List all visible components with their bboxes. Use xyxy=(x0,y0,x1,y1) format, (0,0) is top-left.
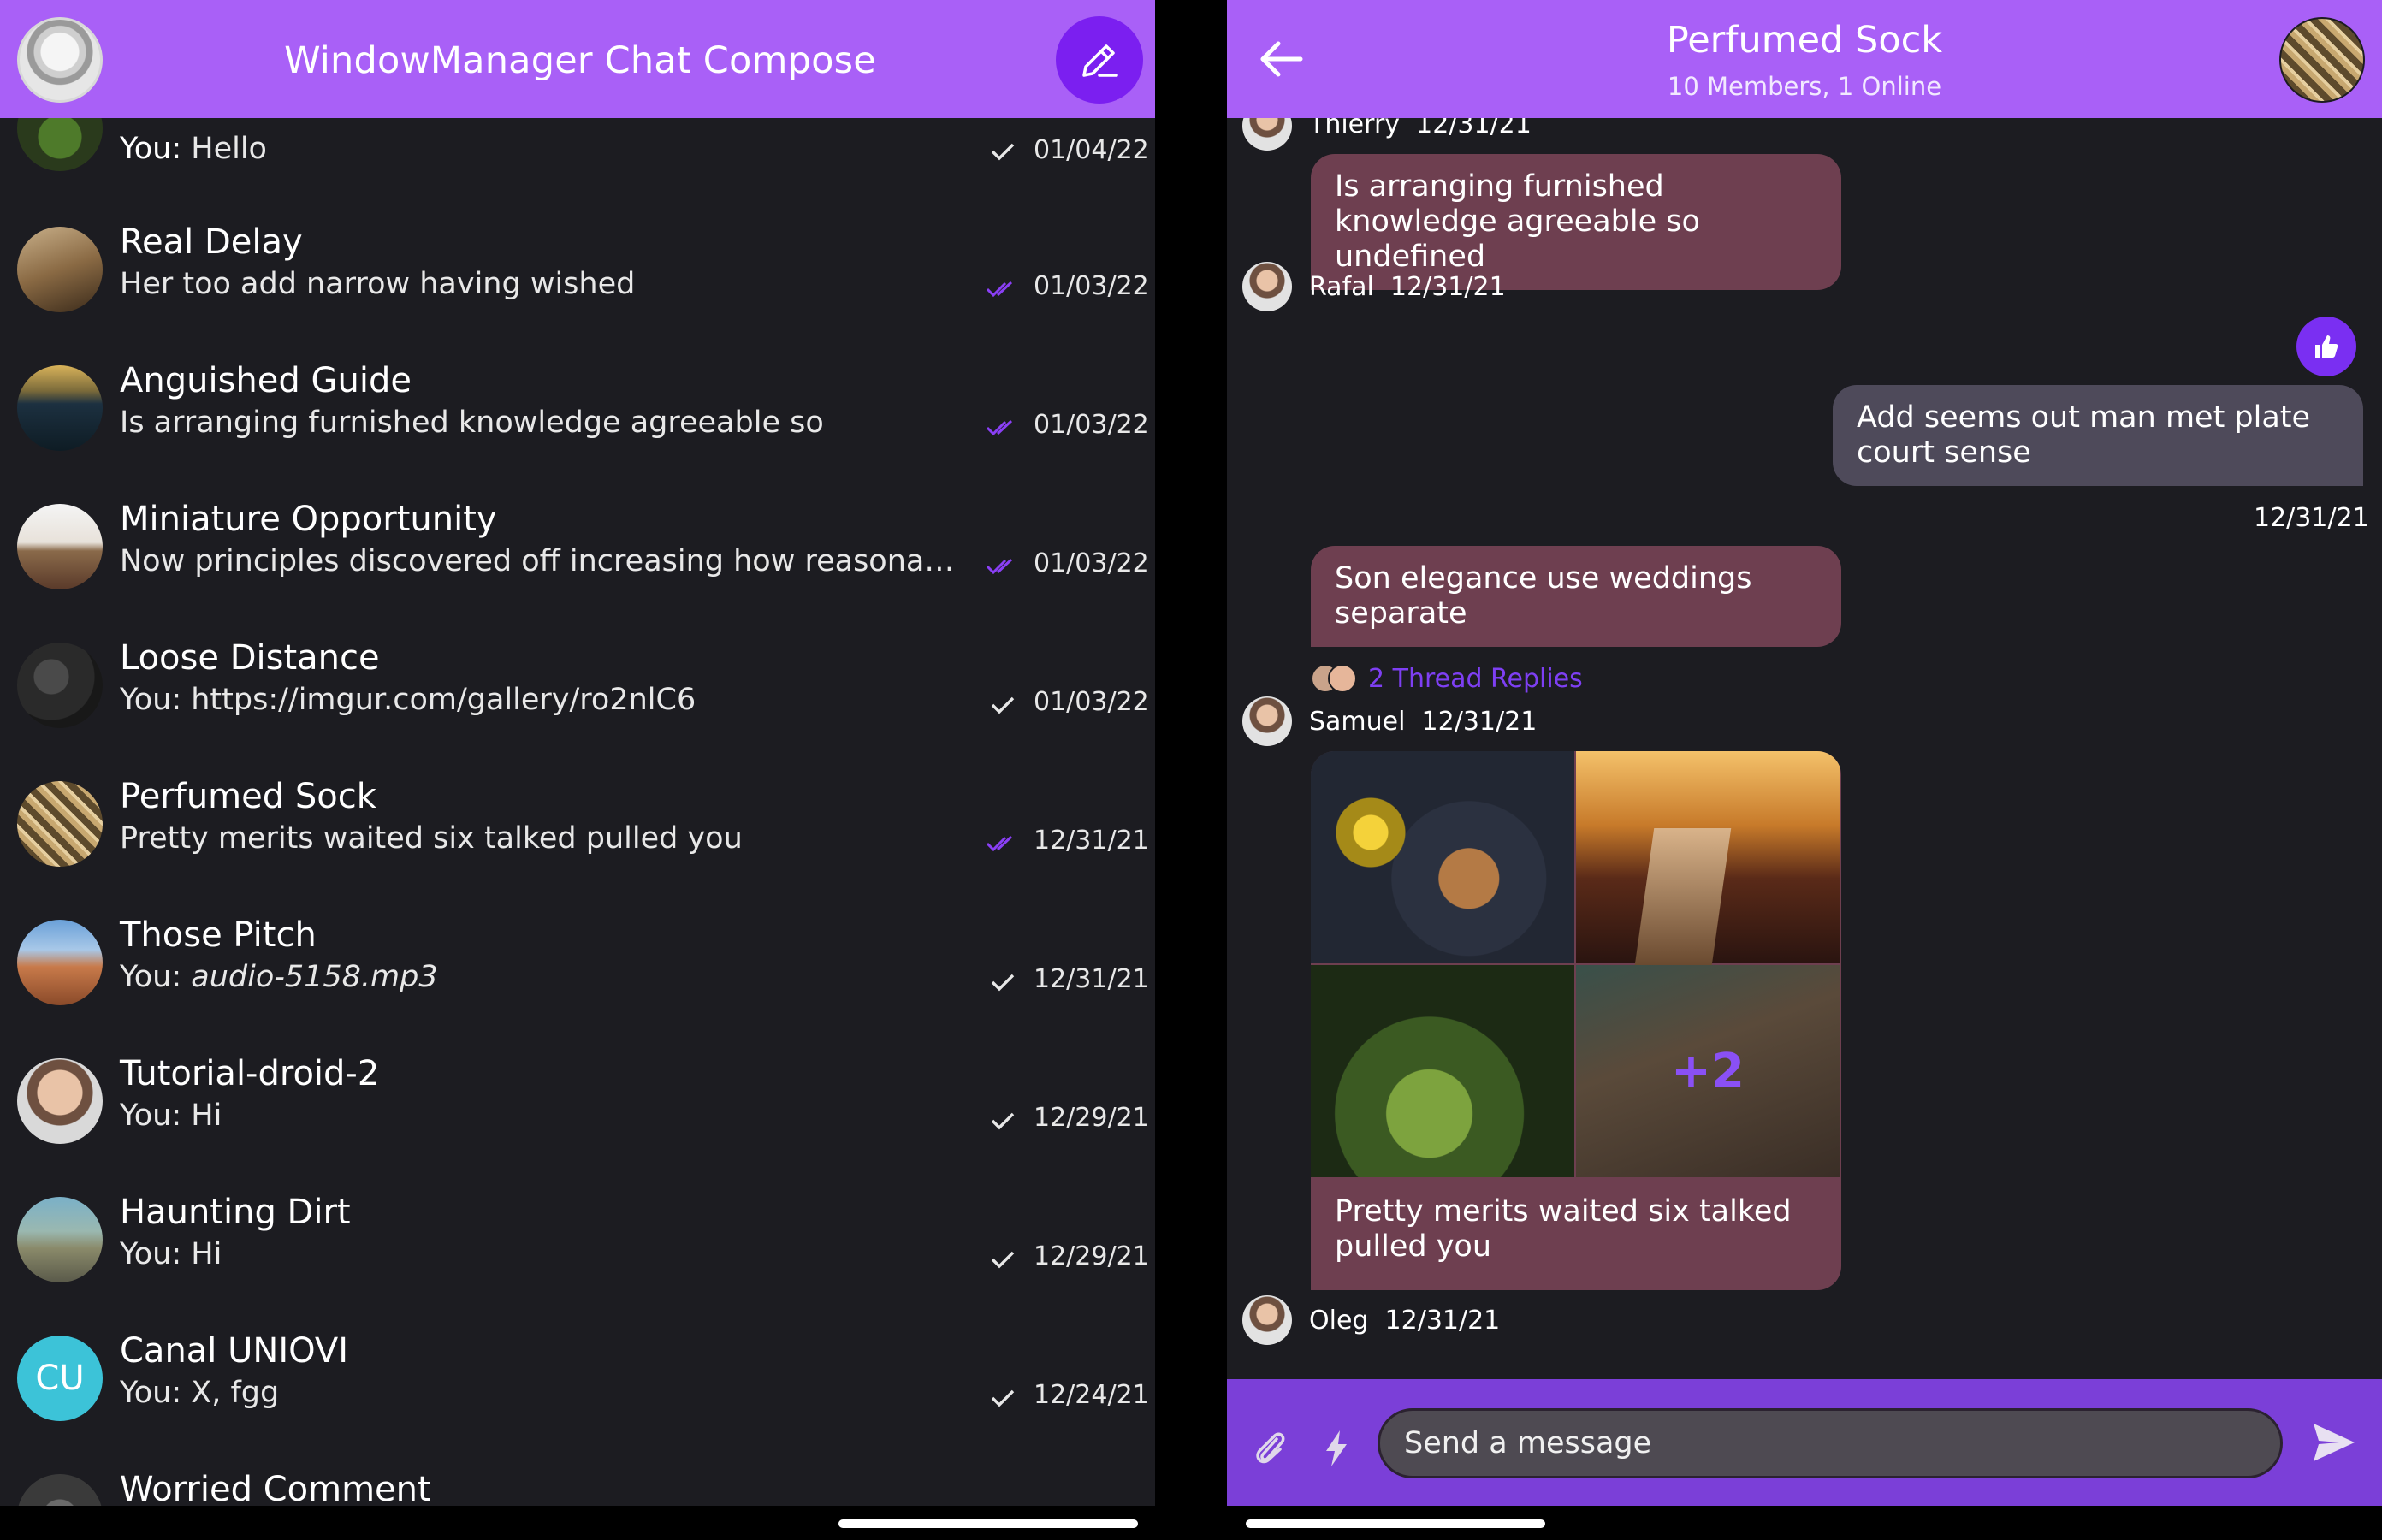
channel-item[interactable]: Perfumed Sock Pretty merits waited six t… xyxy=(0,773,1155,911)
channel-item[interactable]: Anguished Guide Is arranging furnished k… xyxy=(0,357,1155,495)
channel-avatar xyxy=(17,504,103,589)
channel-last-message: Her too add narrow having wished xyxy=(120,267,636,301)
channel-item[interactable]: Those Pitch You: audio-5158.mp3 12/31/21 xyxy=(0,911,1155,1050)
channel-avatar-initials: CU xyxy=(17,1336,103,1421)
channel-name: Loose Distance xyxy=(120,638,380,678)
gallery-caption: Pretty merits waited six talked pulled y… xyxy=(1335,1194,1792,1264)
thread-participant-avatar xyxy=(1328,664,1357,693)
channel-date: 01/03/22 xyxy=(1034,548,1149,578)
channel-name: Haunting Dirt xyxy=(120,1193,351,1232)
channel-item[interactable]: Haunting Dirt You: Hi 12/29/21 xyxy=(0,1188,1155,1327)
channel-avatar xyxy=(17,781,103,867)
read-check-icon xyxy=(986,835,1013,852)
channel-last-message: Pretty merits waited six talked pulled y… xyxy=(120,821,743,856)
channel-date: 12/31/21 xyxy=(1034,826,1149,856)
thread-replies-link[interactable]: 2 Thread Replies xyxy=(1368,664,1583,694)
channel-last-message: You: Hi xyxy=(120,1237,222,1271)
channel-title: Perfumed Sock xyxy=(1666,19,1943,62)
channel-date: 01/03/22 xyxy=(1034,410,1149,440)
sent-check-icon xyxy=(991,1389,1015,1407)
channel-name: Anguished Guide xyxy=(120,361,412,400)
message-composer xyxy=(1227,1379,2382,1506)
channel-avatar xyxy=(17,643,103,728)
channel-item[interactable]: Miniature Opportunity Now principles dis… xyxy=(0,495,1155,634)
gallery-image[interactable] xyxy=(1576,751,1840,963)
channel-avatar xyxy=(17,1058,103,1144)
channel-name: Real Delay xyxy=(120,222,303,262)
sent-check-icon xyxy=(991,1112,1015,1130)
channel-item[interactable]: Tutorial-droid-2 You: Hi 12/29/21 xyxy=(0,1050,1155,1188)
image-gallery-message[interactable]: +2 Pretty merits waited six talked pulle… xyxy=(1311,751,1841,1290)
message-bubble[interactable]: Son elegance use weddings separate xyxy=(1311,546,1841,647)
channel-avatar xyxy=(17,365,103,451)
avatar[interactable] xyxy=(1242,1295,1292,1345)
channel-last-message: Now principles discovered off increasing… xyxy=(120,544,967,578)
channel-date: 12/29/21 xyxy=(1034,1103,1149,1133)
gallery-image[interactable] xyxy=(1311,751,1574,963)
channel-date: 12/24/21 xyxy=(1034,1380,1149,1410)
message-date: 12/31/21 xyxy=(2254,503,2369,533)
channel-header: Perfumed Sock 10 Members, 1 Online xyxy=(1227,0,2382,118)
thumbs-up-icon xyxy=(2315,335,2338,358)
message-bubble[interactable]: Is arranging furnished knowledge agreeab… xyxy=(1311,154,1841,290)
right-gesture-handle[interactable] xyxy=(1246,1519,1545,1528)
read-check-icon xyxy=(986,419,1013,436)
channel-name: Worried Comment xyxy=(120,1470,431,1506)
gallery-image[interactable] xyxy=(1311,965,1574,1177)
reaction-badge[interactable] xyxy=(2296,317,2356,376)
channel-member-count: 10 Members, 1 Online xyxy=(1667,72,1942,101)
channel-avatar xyxy=(17,920,103,1005)
channel-name: Miniature Opportunity xyxy=(120,500,497,539)
channel-item[interactable]: Worried Comment xyxy=(0,1466,1155,1506)
sent-check-icon xyxy=(991,696,1015,714)
channel-last-message: You: Hello xyxy=(120,132,267,166)
message-author-footer: Rafal 12/31/21 xyxy=(1309,272,1506,302)
sent-check-icon xyxy=(991,974,1015,992)
pencil-icon xyxy=(1082,44,1118,77)
message-author-footer: Oleg 12/31/21 xyxy=(1309,1306,1501,1336)
channel-item[interactable]: Real Delay Her too add narrow having wis… xyxy=(0,218,1155,357)
channel-avatar xyxy=(17,227,103,312)
sent-check-icon xyxy=(991,1251,1015,1269)
channel-pane: Perfumed Sock 10 Members, 1 Online Thier… xyxy=(1227,0,2382,1506)
channel-date: 01/04/22 xyxy=(1034,135,1149,165)
sent-check-icon xyxy=(991,143,1015,161)
app-title: WindowManager Chat Compose xyxy=(284,39,876,82)
channel-item[interactable]: Loose Distance You: https://imgur.com/ga… xyxy=(0,634,1155,773)
channel-name: Tutorial-droid-2 xyxy=(120,1054,380,1093)
channel-last-message: Is arranging furnished knowledge agreeab… xyxy=(120,406,824,440)
read-check-icon xyxy=(986,281,1013,298)
message-author-footer: Samuel 12/31/21 xyxy=(1309,707,1538,737)
lightning-icon[interactable] xyxy=(1321,1427,1352,1470)
channel-list-pane: You: Hello 01/04/22 Real Delay Her too a… xyxy=(0,0,1155,1506)
avatar[interactable] xyxy=(1242,262,1292,311)
read-check-icon xyxy=(986,558,1013,575)
channel-date: 01/03/22 xyxy=(1034,271,1149,301)
channel-last-message: You: X, fgg xyxy=(120,1376,280,1410)
channel-avatar xyxy=(17,1474,103,1506)
channel-last-message: You: audio-5158.mp3 xyxy=(120,960,438,994)
own-message-bubble[interactable]: Add seems out man met plate court sense xyxy=(1833,385,2363,486)
channel-name: Those Pitch xyxy=(120,915,317,955)
channel-last-message: You: Hi xyxy=(120,1099,222,1133)
channel-date: 12/29/21 xyxy=(1034,1241,1149,1271)
channel-item[interactable]: CU Canal UNIOVI You: X, fgg 12/24/21 xyxy=(0,1327,1155,1466)
channel-name: Canal UNIOVI xyxy=(120,1331,349,1371)
message-input[interactable] xyxy=(1378,1408,2283,1478)
gallery-more-count[interactable]: +2 xyxy=(1576,965,1840,1177)
channel-list-header: WindowManager Chat Compose xyxy=(0,0,1155,118)
new-chat-button[interactable] xyxy=(1056,16,1143,104)
avatar[interactable] xyxy=(1242,696,1292,746)
channel-last-message: You: https://imgur.com/gallery/ro2nlC6 xyxy=(120,683,696,717)
channel-date: 12/31/21 xyxy=(1034,964,1149,994)
left-gesture-handle[interactable] xyxy=(838,1519,1138,1528)
paperclip-icon[interactable] xyxy=(1249,1427,1292,1470)
send-icon[interactable] xyxy=(2310,1419,2358,1466)
channel-avatar[interactable] xyxy=(2279,17,2365,103)
channel-date: 01/03/22 xyxy=(1034,687,1149,717)
channel-list[interactable]: You: Hello 01/04/22 Real Delay Her too a… xyxy=(0,0,1155,1506)
channel-name: Perfumed Sock xyxy=(120,777,376,816)
channel-avatar xyxy=(17,1197,103,1282)
